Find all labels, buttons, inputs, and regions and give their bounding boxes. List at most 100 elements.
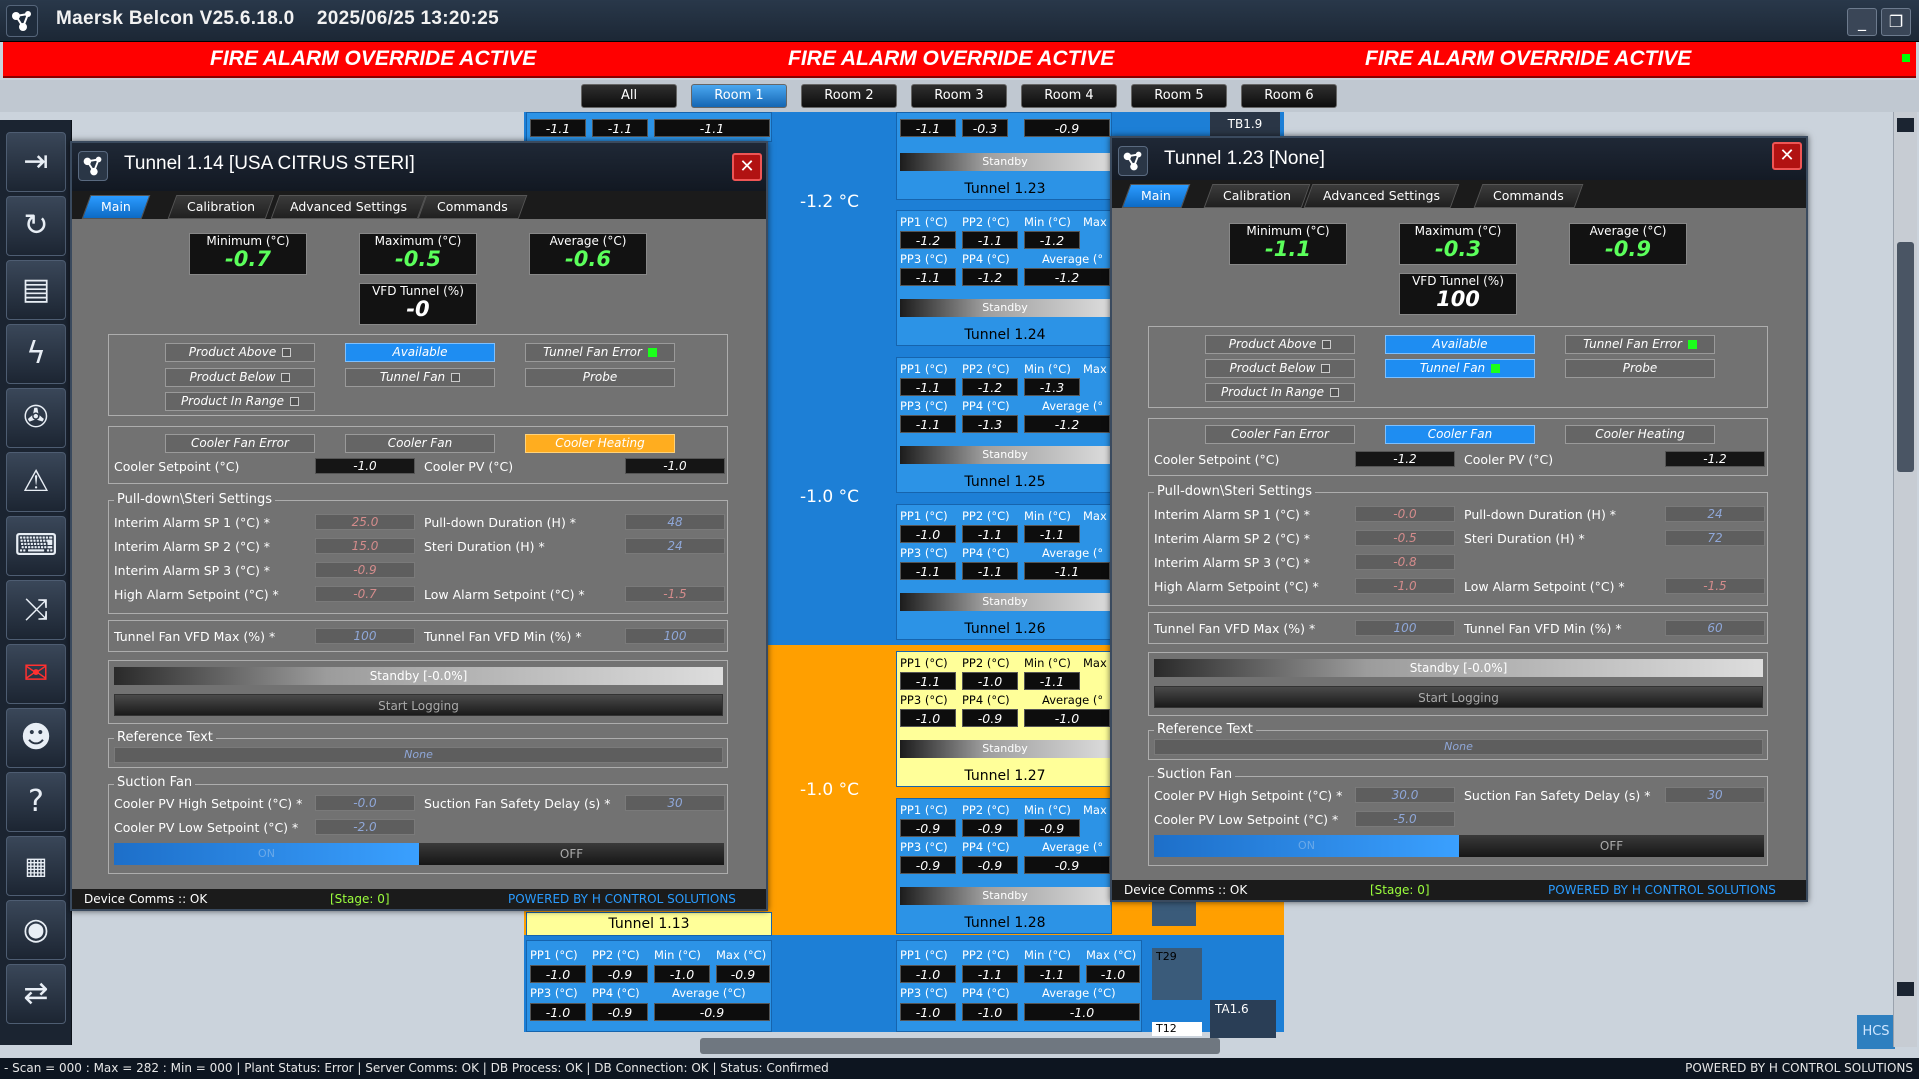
safety-delay-input[interactable]: 30	[1665, 787, 1765, 803]
room-tab-room-4[interactable]: Room 4	[1021, 84, 1117, 108]
fan-tile-t12[interactable]: T12	[1152, 1022, 1202, 1036]
reference-text-input[interactable]: None	[114, 747, 723, 763]
tab-commands[interactable]: Commands	[417, 195, 528, 219]
minimize-button[interactable]: _	[1847, 8, 1877, 36]
pp2-value: -0.9	[592, 965, 648, 983]
suction-fan-off-button[interactable]: OFF	[1459, 835, 1764, 857]
pv-low-input[interactable]: -5.0	[1355, 811, 1455, 827]
pv-high-input[interactable]: -0.0	[315, 795, 415, 811]
pulldown-duration-input[interactable]: 48	[625, 514, 725, 530]
cooler-setpoint-value: -1.0	[315, 458, 415, 474]
tunnel-card-1-13[interactable]: Tunnel 1.13	[526, 912, 772, 936]
alarm-clear-icon[interactable]: ⚠	[6, 452, 66, 512]
tab-main[interactable]: Main	[81, 195, 151, 219]
pv-high-label: Cooler PV High Setpoint (°C) *	[1154, 788, 1343, 803]
pp3-value: -1.0	[530, 1003, 586, 1021]
interim-alarm-3-input[interactable]: -0.8	[1355, 554, 1455, 570]
tunnel-card-1-26[interactable]: PP1 (°C) PP2 (°C) Min (°C) Max -1.0 -1.1…	[896, 504, 1112, 640]
pulldown-duration-label: Pull-down Duration (H) *	[1464, 507, 1617, 522]
reference-text-input[interactable]: None	[1154, 739, 1763, 755]
tab-advanced-settings[interactable]: Advanced Settings	[1303, 184, 1460, 208]
safety-delay-input[interactable]: 30	[625, 795, 725, 811]
pv-low-input[interactable]: -2.0	[315, 819, 415, 835]
keyboard-icon[interactable]: ⌨	[6, 516, 66, 576]
pp2-label: PP2 (°C)	[962, 656, 1010, 670]
tunnel-card-1-25[interactable]: PP1 (°C) PP2 (°C) Min (°C) Max -1.1 -1.2…	[896, 357, 1112, 493]
interim-alarm-2-input[interactable]: 15.0	[315, 538, 415, 554]
pv-high-input[interactable]: 30.0	[1355, 787, 1455, 803]
scroll-thumb[interactable]	[1897, 242, 1914, 472]
mail-icon[interactable]: ✉	[6, 644, 66, 704]
vertical-scrollbar[interactable]	[1893, 112, 1917, 1047]
refresh-icon[interactable]: ↻	[6, 196, 66, 256]
interim-alarm-2-input[interactable]: -0.5	[1355, 530, 1455, 546]
suction-fan-off-button[interactable]: OFF	[419, 843, 724, 865]
room-tab-all[interactable]: All	[581, 84, 677, 108]
tunnel-card-1-23[interactable]: -1.1 -0.3 -0.9 Standby Tunnel 1.23	[896, 112, 1112, 200]
tunnel-card[interactable]: PP1 (°C) PP2 (°C) Min (°C) Max (°C) -1.0…	[526, 940, 772, 1032]
interim-alarm-3-label: Interim Alarm SP 3 (°C) *	[1154, 555, 1311, 570]
tunnel-card[interactable]: PP1 (°C) PP2 (°C) Min (°C) Max (°C) -1.0…	[896, 940, 1142, 1032]
steri-duration-input[interactable]: 72	[1665, 530, 1765, 546]
interim-alarm-3-input[interactable]: -0.9	[315, 562, 415, 578]
shuffle-icon[interactable]: ⤨	[6, 580, 66, 640]
start-logging-button[interactable]: Start Logging	[114, 694, 723, 716]
pp1-label: PP1 (°C)	[900, 948, 948, 962]
vfd-max-input[interactable]: 100	[315, 628, 415, 644]
scroll-up-button[interactable]	[1897, 118, 1914, 132]
lightning-icon[interactable]: ϟ	[6, 324, 66, 384]
room-tab-room-3[interactable]: Room 3	[911, 84, 1007, 108]
help-icon[interactable]: ?	[6, 772, 66, 832]
tab-calibration[interactable]: Calibration	[167, 195, 275, 219]
tunnel-card-1-24[interactable]: PP1 (°C) PP2 (°C) Min (°C) Max -1.2 -1.1…	[896, 210, 1112, 346]
fan-power-icon[interactable]: ✇	[6, 388, 66, 448]
qr-code-icon[interactable]: ▦	[6, 836, 66, 896]
tab-advanced-settings[interactable]: Advanced Settings	[270, 195, 427, 219]
vfd-min-input[interactable]: 60	[1665, 620, 1765, 636]
start-logging-button[interactable]: Start Logging	[1154, 686, 1763, 708]
fan-tile-t29[interactable]: T29	[1152, 948, 1202, 1000]
pp4-label: PP4 (°C)	[592, 986, 640, 1000]
product-above-indicator: Product Above	[1205, 335, 1355, 354]
tunnel-card[interactable]: -1.1 -1.1 -1.1	[526, 112, 772, 142]
interim-alarm-1-input[interactable]: 25.0	[315, 514, 415, 530]
horizontal-scrollbar[interactable]	[700, 1038, 1220, 1054]
fan-tile-ta[interactable]: TA1.6	[1210, 1000, 1276, 1038]
suction-fan-on-button[interactable]: ON	[114, 843, 419, 865]
room-tab-room-6[interactable]: Room 6	[1241, 84, 1337, 108]
steri-duration-input[interactable]: 24	[625, 538, 725, 554]
fan-icon[interactable]	[1152, 898, 1196, 926]
high-alarm-input[interactable]: -1.0	[1355, 578, 1455, 594]
min-value: -0.9	[1024, 819, 1080, 837]
tab-commands[interactable]: Commands	[1473, 184, 1584, 208]
eye-icon[interactable]: ◉	[6, 900, 66, 960]
minimum-label: Minimum (°C)	[1246, 224, 1330, 238]
tunnel-card-1-27[interactable]: PP1 (°C) PP2 (°C) Min (°C) Max -1.1 -1.0…	[896, 651, 1112, 787]
vfd-min-input[interactable]: 100	[625, 628, 725, 644]
tab-main[interactable]: Main	[1121, 184, 1191, 208]
room-tab-room-1[interactable]: Room 1	[691, 84, 787, 108]
high-alarm-label: High Alarm Setpoint (°C) *	[1154, 579, 1319, 594]
switch-icon[interactable]: ⇄	[6, 964, 66, 1024]
pp4-value: -1.1	[962, 562, 1018, 580]
low-alarm-input[interactable]: -1.5	[1665, 578, 1765, 594]
save-icon[interactable]: ▤	[6, 260, 66, 320]
low-alarm-input[interactable]: -1.5	[625, 586, 725, 602]
pulldown-duration-input[interactable]: 24	[1665, 506, 1765, 522]
tab-calibration[interactable]: Calibration	[1203, 184, 1311, 208]
login-icon[interactable]: ⇥	[6, 132, 66, 192]
scroll-down-button[interactable]	[1897, 982, 1914, 996]
interim-alarm-1-input[interactable]: -0.0	[1355, 506, 1455, 522]
tunnel-card-1-28[interactable]: PP1 (°C) PP2 (°C) Min (°C) Max -0.9 -0.9…	[896, 798, 1112, 934]
vfd-max-input[interactable]: 100	[1355, 620, 1455, 636]
high-alarm-input[interactable]: -0.7	[315, 586, 415, 602]
room-tab-room-2[interactable]: Room 2	[801, 84, 897, 108]
restore-button[interactable]: ❐	[1881, 8, 1911, 36]
user-settings-icon[interactable]: ☻	[6, 708, 66, 768]
close-button[interactable]: ✕	[1772, 142, 1802, 170]
close-button[interactable]: ✕	[732, 153, 762, 181]
tb-label[interactable]: TB1.9	[1210, 112, 1280, 136]
room-tab-room-5[interactable]: Room 5	[1131, 84, 1227, 108]
min-value: -1.3	[1024, 378, 1080, 396]
suction-fan-on-button[interactable]: ON	[1154, 835, 1459, 857]
